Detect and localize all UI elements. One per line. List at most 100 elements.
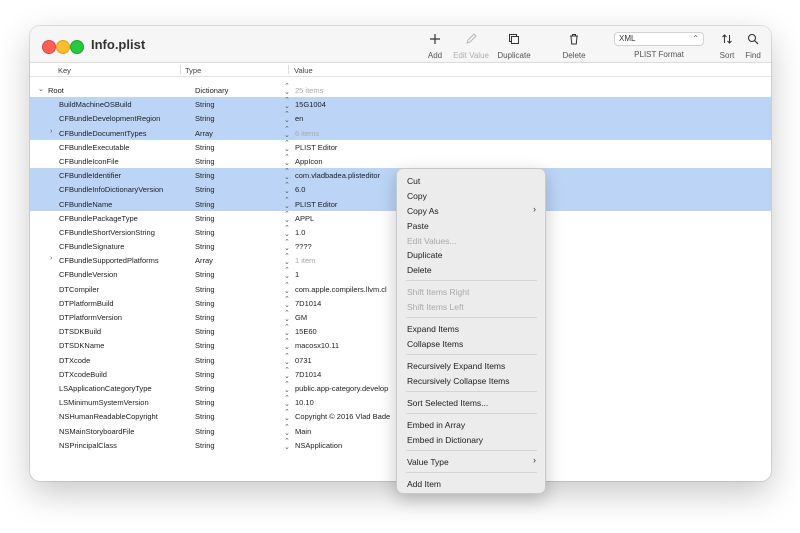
- type-stepper-icon[interactable]: ⌃ ⌄: [284, 211, 290, 224]
- menu-item-copy-as[interactable]: Copy As: [407, 206, 439, 216]
- type-stepper-icon[interactable]: ⌃ ⌄: [284, 126, 290, 139]
- row-value[interactable]: ????: [295, 242, 405, 251]
- row-type[interactable]: String: [195, 242, 215, 251]
- row-key[interactable]: CFBundleDevelopmentRegion: [59, 114, 160, 123]
- row-type[interactable]: String: [195, 427, 215, 436]
- row-key[interactable]: DTXcode: [59, 356, 90, 365]
- menu-item-value-type[interactable]: Value Type: [407, 457, 449, 467]
- row-key[interactable]: CFBundleSupportedPlatforms: [59, 256, 159, 265]
- disclosure-expanded-icon[interactable]: ⌄: [38, 85, 44, 93]
- row-key[interactable]: Root: [48, 86, 64, 95]
- row-value[interactable]: GM: [295, 313, 405, 322]
- close-window-button[interactable]: [42, 40, 56, 54]
- row-key[interactable]: CFBundleVersion: [59, 270, 117, 279]
- type-stepper-icon[interactable]: ⌃ ⌄: [284, 310, 290, 323]
- row-value[interactable]: com.apple.compilers.llvm.cl: [295, 285, 405, 294]
- minimize-window-button[interactable]: [56, 40, 70, 54]
- row-value[interactable]: 1.0: [295, 228, 405, 237]
- row-value[interactable]: 6 items: [295, 129, 405, 138]
- row-key[interactable]: DTSDKName: [59, 341, 104, 350]
- type-stepper-icon[interactable]: ⌃ ⌄: [284, 438, 290, 451]
- row-type[interactable]: String: [195, 200, 215, 209]
- row-type[interactable]: String: [195, 114, 215, 123]
- type-stepper-icon[interactable]: ⌃ ⌄: [284, 296, 290, 309]
- outline-row[interactable]: BuildMachineOSBuild String ⌃ ⌄ 15G1004: [30, 97, 771, 112]
- row-key[interactable]: DTPlatformBuild: [59, 299, 114, 308]
- row-type[interactable]: String: [195, 143, 215, 152]
- type-stepper-icon[interactable]: ⌃ ⌄: [284, 197, 290, 210]
- row-value[interactable]: en: [295, 114, 405, 123]
- row-type[interactable]: String: [195, 341, 215, 350]
- type-column-header[interactable]: Type: [185, 66, 201, 75]
- plist-format-select[interactable]: XML ⌃: [614, 32, 704, 46]
- menu-item-embed-dictionary[interactable]: Embed in Dictionary: [407, 435, 483, 445]
- row-value[interactable]: public.app-category.develop: [295, 384, 405, 393]
- menu-item-collapse[interactable]: Collapse Items: [407, 339, 463, 349]
- type-stepper-icon[interactable]: ⌃ ⌄: [284, 111, 290, 124]
- row-type[interactable]: String: [195, 384, 215, 393]
- menu-item-embed-array[interactable]: Embed in Array: [407, 420, 465, 430]
- row-value[interactable]: APPL: [295, 214, 405, 223]
- row-value[interactable]: 10.10: [295, 398, 405, 407]
- row-key[interactable]: NSHumanReadableCopyright: [59, 412, 158, 421]
- row-key[interactable]: CFBundleSignature: [59, 242, 124, 251]
- row-key[interactable]: CFBundlePackageType: [59, 214, 138, 223]
- menu-item-expand[interactable]: Expand Items: [407, 324, 459, 334]
- menu-item-paste[interactable]: Paste: [407, 221, 429, 231]
- row-key[interactable]: NSMainStoryboardFile: [59, 427, 134, 436]
- row-value[interactable]: 0731: [295, 356, 405, 365]
- row-value[interactable]: 1: [295, 270, 405, 279]
- row-type[interactable]: String: [195, 398, 215, 407]
- row-type[interactable]: String: [195, 157, 215, 166]
- type-stepper-icon[interactable]: ⌃ ⌄: [284, 83, 290, 96]
- type-stepper-icon[interactable]: ⌃ ⌄: [284, 424, 290, 437]
- row-value[interactable]: Copyright © 2016 Vlad Bade: [295, 412, 405, 421]
- row-type[interactable]: String: [195, 313, 215, 322]
- type-stepper-icon[interactable]: ⌃ ⌄: [284, 353, 290, 366]
- type-stepper-icon[interactable]: ⌃ ⌄: [284, 154, 290, 167]
- column-divider[interactable]: [180, 65, 181, 74]
- row-key[interactable]: DTCompiler: [59, 285, 99, 294]
- row-type[interactable]: String: [195, 185, 215, 194]
- type-stepper-icon[interactable]: ⌃ ⌄: [284, 267, 290, 280]
- row-key[interactable]: CFBundleIconFile: [59, 157, 119, 166]
- row-value[interactable]: PLIST Editor: [295, 200, 405, 209]
- row-value[interactable]: 1 item: [295, 256, 405, 265]
- row-type[interactable]: Array: [195, 129, 213, 138]
- menu-item-sort[interactable]: Sort Selected Items...: [407, 398, 488, 408]
- row-value[interactable]: 15E60: [295, 327, 405, 336]
- row-type[interactable]: Dictionary: [195, 86, 228, 95]
- sort-button[interactable]: Sort: [716, 32, 738, 60]
- menu-item-delete[interactable]: Delete: [407, 265, 432, 275]
- type-stepper-icon[interactable]: ⌃ ⌄: [284, 338, 290, 351]
- row-type[interactable]: String: [195, 285, 215, 294]
- key-column-header[interactable]: Key: [58, 66, 71, 75]
- maximize-window-button[interactable]: [70, 40, 84, 54]
- outline-row[interactable]: ⌄ Root Dictionary ⌃ ⌄ 25 items: [30, 83, 771, 97]
- row-key[interactable]: CFBundleExecutable: [59, 143, 129, 152]
- row-type[interactable]: String: [195, 327, 215, 336]
- row-value[interactable]: PLIST Editor: [295, 143, 405, 152]
- type-stepper-icon[interactable]: ⌃ ⌄: [284, 367, 290, 380]
- row-key[interactable]: DTPlatformVersion: [59, 313, 122, 322]
- type-stepper-icon[interactable]: ⌃ ⌄: [284, 168, 290, 181]
- disclosure-collapsed-icon[interactable]: ›: [50, 128, 52, 135]
- row-type[interactable]: String: [195, 370, 215, 379]
- type-stepper-icon[interactable]: ⌃ ⌄: [284, 282, 290, 295]
- menu-item-recursive-collapse[interactable]: Recursively Collapse Items: [407, 376, 510, 386]
- type-stepper-icon[interactable]: ⌃ ⌄: [284, 140, 290, 153]
- row-key[interactable]: LSMinimumSystemVersion: [59, 398, 149, 407]
- outline-row[interactable]: › CFBundleDocumentTypes Array ⌃ ⌄ 6 items: [30, 125, 771, 140]
- row-value[interactable]: 7D1014: [295, 370, 405, 379]
- edit-value-button[interactable]: Edit Value: [449, 32, 493, 60]
- menu-item-duplicate[interactable]: Duplicate: [407, 250, 442, 260]
- menu-item-add-item[interactable]: Add Item: [407, 479, 441, 489]
- menu-item-cut[interactable]: Cut: [407, 176, 420, 186]
- row-key[interactable]: NSPrincipalClass: [59, 441, 117, 450]
- duplicate-button[interactable]: Duplicate: [494, 32, 534, 60]
- row-value[interactable]: Main: [295, 427, 405, 436]
- add-button[interactable]: Add: [423, 32, 447, 60]
- row-type[interactable]: String: [195, 441, 215, 450]
- type-stepper-icon[interactable]: ⌃ ⌄: [284, 395, 290, 408]
- row-type[interactable]: String: [195, 356, 215, 365]
